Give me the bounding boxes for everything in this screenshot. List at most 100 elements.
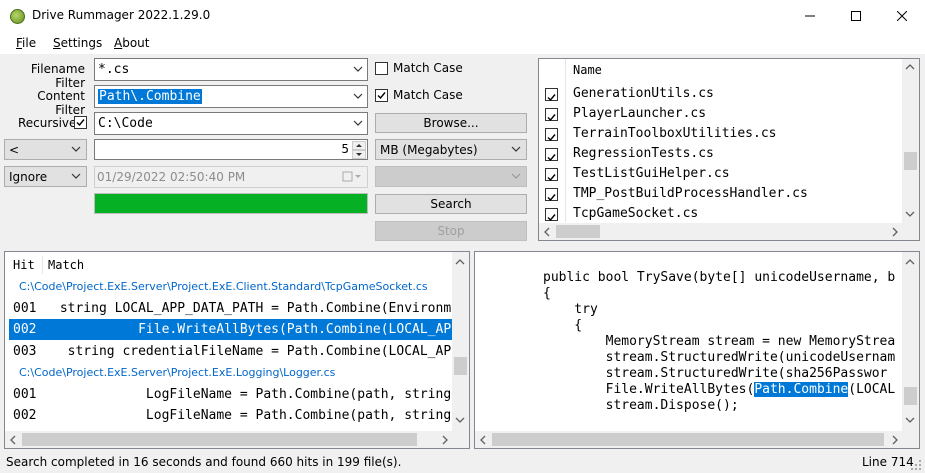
scroll-corner	[902, 431, 919, 448]
progress-fill	[95, 194, 367, 213]
checkmark-icon	[547, 194, 556, 202]
menu-settings[interactable]: Settings	[53, 36, 102, 50]
hits-header-match[interactable]: Match	[48, 258, 84, 272]
hits-header-hit[interactable]: Hit	[13, 258, 35, 272]
filename-filter-value: *.cs	[98, 62, 130, 77]
browse-button[interactable]: Browse...	[375, 113, 527, 133]
file-checkbox[interactable]	[545, 108, 558, 122]
date-operator-dropdown[interactable]: Ignore	[4, 166, 87, 187]
date-value: 01/29/2022 02:50:40 PM	[97, 170, 246, 184]
scroll-up-icon[interactable]	[905, 63, 915, 71]
chevron-down-icon	[353, 93, 363, 99]
hit-file-row[interactable]: C:\Code\Project.ExE.Server\Project.ExE.L…	[5, 362, 453, 383]
maximize-button[interactable]	[833, 0, 879, 32]
app-icon	[10, 9, 25, 24]
file-checkbox[interactable]	[545, 128, 558, 142]
hits-vscrollbar[interactable]	[452, 252, 469, 432]
checkmark-icon	[377, 92, 386, 100]
hit-file-row[interactable]: C:\Code\Project.ExE.Server\Project.ExE.C…	[5, 276, 453, 297]
match-case-content-checkbox[interactable]	[375, 89, 388, 102]
hit-match-text: string credentialFileName = Path.Combine…	[52, 343, 452, 359]
scroll-left-icon[interactable]	[543, 227, 551, 237]
hits-vscroll-thumb[interactable]	[454, 357, 467, 375]
scroll-up-icon[interactable]	[455, 258, 465, 266]
preview-hscroll-thumb[interactable]	[492, 433, 884, 446]
scroll-down-icon[interactable]	[905, 416, 915, 424]
size-stepper[interactable]: 5	[94, 139, 368, 160]
checkmark-icon	[547, 174, 556, 182]
close-button[interactable]	[879, 0, 925, 32]
hit-row[interactable]: 002 File.WriteAllBytes(Path.Combine(LOCA…	[9, 319, 453, 340]
size-up-button[interactable]	[352, 141, 366, 150]
code-line: {	[543, 286, 901, 302]
hit-row[interactable]: 002 LogFileName = Path.Combine(path, str…	[5, 405, 453, 426]
hits-hscroll-thumb[interactable]	[22, 433, 417, 446]
menu-file[interactable]: File	[16, 36, 36, 50]
scroll-down-icon[interactable]	[455, 416, 465, 424]
scroll-right-icon[interactable]	[891, 435, 899, 445]
stop-button[interactable]: Stop	[375, 221, 527, 241]
file-list-item[interactable]: TMP_PostBuildProcessHandler.cs	[539, 184, 903, 204]
file-name: TestListGuiHelper.cs	[573, 166, 730, 181]
file-checkbox[interactable]	[545, 208, 558, 222]
maximize-icon	[851, 11, 861, 21]
file-list-header-name[interactable]: Name	[573, 63, 602, 77]
code-text: MemoryStream stream = new MemoryStrea	[543, 334, 896, 349]
file-list-hscroll-thumb[interactable]	[556, 225, 600, 238]
hit-row[interactable]: 001 string LOCAL_APP_DATA_PATH = Path.Co…	[5, 298, 453, 319]
file-list-item[interactable]: TestListGuiHelper.cs	[539, 164, 903, 184]
scroll-down-icon[interactable]	[905, 210, 915, 218]
scroll-left-icon[interactable]	[9, 435, 17, 445]
menu-settings-mnemonic: S	[53, 36, 61, 50]
match-case-filename-checkbox[interactable]	[375, 62, 388, 75]
hits-list[interactable]: Hit Match C:\Code\Project.ExE.Server\Pro…	[4, 251, 470, 449]
file-list[interactable]: Name GenerationUtils.cs PlayerLauncher.cs…	[538, 58, 920, 241]
scroll-right-icon[interactable]	[441, 435, 449, 445]
file-checkbox[interactable]	[545, 148, 558, 162]
date-extra-dropdown[interactable]	[375, 166, 527, 187]
file-checkbox[interactable]	[545, 168, 558, 182]
preview-vscrollbar[interactable]	[902, 252, 919, 432]
size-operator-dropdown[interactable]: <	[4, 139, 87, 160]
code-text: stream.Dispose();	[543, 398, 739, 413]
recursive-checkbox[interactable]	[74, 116, 87, 129]
search-button[interactable]: Search	[375, 194, 527, 214]
scroll-right-icon[interactable]	[891, 227, 899, 237]
code-match-highlight: Path.Combine	[754, 382, 849, 397]
file-list-item[interactable]: GenerationUtils.cs	[539, 84, 903, 104]
file-name: RegressionTests.cs	[573, 146, 714, 161]
file-list-item[interactable]: TcpGameSocket.cs	[539, 204, 903, 224]
filename-filter-label: Filename Filter	[30, 62, 85, 90]
path-combo[interactable]: C:\Code	[94, 112, 368, 135]
filename-filter-combo[interactable]: *.cs	[94, 58, 368, 81]
file-checkbox[interactable]	[545, 188, 558, 202]
scroll-up-icon[interactable]	[905, 258, 915, 266]
resize-grip-icon[interactable]	[910, 459, 922, 471]
chevron-down-icon	[511, 146, 521, 152]
hit-row[interactable]: 003 string credentialFileName = Path.Com…	[5, 341, 453, 362]
size-unit-dropdown[interactable]: MB (Megabytes)	[375, 139, 527, 160]
code-line: stream.StructuredWrite(unicodeUsernam	[543, 350, 901, 366]
code-line: public bool TrySave(byte[] unicodeUserna…	[543, 270, 901, 286]
file-list-item[interactable]: PlayerLauncher.cs	[539, 104, 903, 124]
preview-vscroll-thumb[interactable]	[904, 387, 917, 405]
file-list-vscrollbar[interactable]	[902, 59, 919, 224]
file-list-vscroll-thumb[interactable]	[904, 152, 917, 170]
file-checkbox[interactable]	[545, 88, 558, 102]
file-list-hscrollbar[interactable]	[539, 223, 903, 240]
code-preview[interactable]: public bool TrySave(byte[] unicodeUserna…	[474, 251, 920, 449]
hit-file-path: C:\Code\Project.ExE.Server\Project.ExE.C…	[19, 280, 428, 293]
preview-hscrollbar[interactable]	[475, 431, 903, 448]
date-picker[interactable]: 01/29/2022 02:50:40 PM	[94, 166, 368, 188]
code-text: {	[543, 286, 551, 301]
size-down-button[interactable]	[352, 150, 366, 159]
content-filter-label: Content Filter	[37, 89, 85, 117]
content-filter-combo[interactable]: Path\.Combine	[94, 85, 368, 108]
menu-about[interactable]: About	[114, 36, 150, 50]
file-list-item[interactable]: RegressionTests.cs	[539, 144, 903, 164]
file-list-item[interactable]: TerrainToolboxUtilities.cs	[539, 124, 903, 144]
minimize-button[interactable]	[787, 0, 833, 32]
scroll-left-icon[interactable]	[479, 435, 487, 445]
hit-row[interactable]: 001 LogFileName = Path.Combine(path, str…	[5, 384, 453, 405]
hits-hscrollbar[interactable]	[5, 431, 453, 448]
